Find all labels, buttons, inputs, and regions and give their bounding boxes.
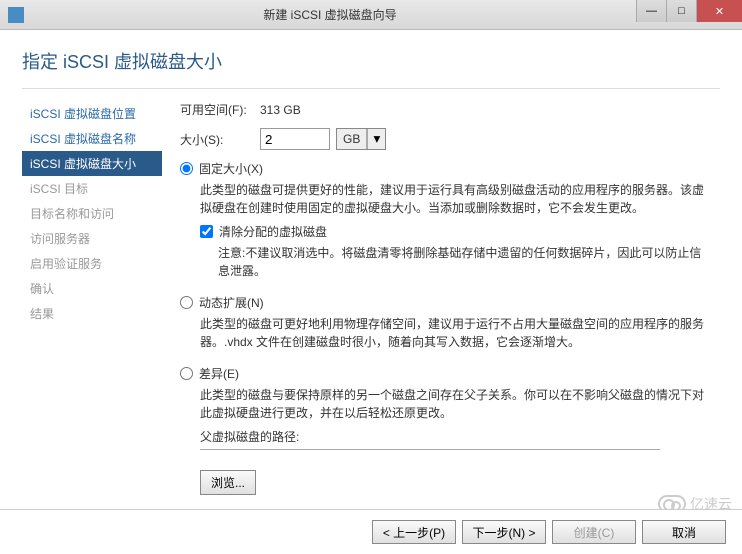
browse-button[interactable]: 浏览... bbox=[200, 470, 256, 495]
wizard-footer: < 上一步(P) 下一步(N) > 创建(C) 取消 bbox=[0, 509, 742, 554]
create-button: 创建(C) bbox=[552, 520, 636, 544]
diff-label-text: 差异(E) bbox=[199, 365, 239, 382]
minimize-button[interactable]: — bbox=[636, 0, 666, 22]
dynamic-radio[interactable] bbox=[180, 296, 193, 309]
size-unit-value: GB bbox=[337, 129, 367, 149]
size-input[interactable] bbox=[260, 128, 330, 150]
free-space-value: 313 GB bbox=[260, 103, 301, 117]
sidebar-item-result: 结果 bbox=[22, 301, 162, 326]
size-row: 大小(S): GB ▾ bbox=[180, 128, 710, 150]
wizard-steps-sidebar: iSCSI 虚拟磁盘位置 iSCSI 虚拟磁盘名称 iSCSI 虚拟磁盘大小 i… bbox=[0, 97, 162, 519]
option-dynamic: 动态扩展(N) 此类型的磁盘可更好地利用物理存储空间，建议用于运行不占用大量磁盘… bbox=[180, 294, 710, 351]
size-unit-select[interactable]: GB ▾ bbox=[336, 128, 386, 150]
fixed-radio-label[interactable]: 固定大小(X) bbox=[180, 160, 710, 177]
sidebar-item-name[interactable]: iSCSI 虚拟磁盘名称 bbox=[22, 126, 162, 151]
clear-checkbox[interactable] bbox=[200, 225, 213, 238]
size-unit-dropdown-button[interactable]: ▾ bbox=[367, 129, 385, 149]
sidebar-item-size[interactable]: iSCSI 虚拟磁盘大小 bbox=[22, 151, 162, 176]
close-button[interactable]: ✕ bbox=[696, 0, 742, 22]
page-header: 指定 iSCSI 虚拟磁盘大小 bbox=[0, 30, 742, 84]
cancel-button[interactable]: 取消 bbox=[642, 520, 726, 544]
window-title: 新建 iSCSI 虚拟磁盘向导 bbox=[24, 6, 636, 23]
dynamic-radio-label[interactable]: 动态扩展(N) bbox=[180, 294, 710, 311]
clear-desc: 注意:不建议取消选中。将磁盘清零将删除基础存储中遗留的任何数据碎片，因此可以防止… bbox=[218, 244, 710, 280]
diff-radio-label[interactable]: 差异(E) bbox=[180, 365, 710, 382]
sidebar-item-confirm: 确认 bbox=[22, 276, 162, 301]
sidebar-item-access-server: 访问服务器 bbox=[22, 226, 162, 251]
parent-path-input bbox=[200, 449, 660, 450]
size-label: 大小(S): bbox=[180, 131, 260, 148]
diff-radio[interactable] bbox=[180, 367, 193, 380]
maximize-button[interactable]: □ bbox=[666, 0, 696, 22]
main-panel: 可用空间(F): 313 GB 大小(S): GB ▾ 固定大小(X) 此类型的… bbox=[162, 97, 742, 519]
parent-path-label: 父虚拟磁盘的路径: bbox=[200, 428, 710, 445]
sidebar-item-location[interactable]: iSCSI 虚拟磁盘位置 bbox=[22, 101, 162, 126]
clear-label-text: 清除分配的虚拟磁盘 bbox=[219, 223, 327, 240]
app-icon bbox=[8, 7, 24, 23]
window-controls: — □ ✕ bbox=[636, 0, 742, 29]
clear-checkbox-label[interactable]: 清除分配的虚拟磁盘 bbox=[200, 223, 710, 240]
prev-button[interactable]: < 上一步(P) bbox=[372, 520, 456, 544]
diff-desc: 此类型的磁盘与要保持原样的另一个磁盘之间存在父子关系。你可以在不影响父磁盘的情况… bbox=[200, 386, 710, 422]
option-diff: 差异(E) 此类型的磁盘与要保持原样的另一个磁盘之间存在父子关系。你可以在不影响… bbox=[180, 365, 710, 495]
content-area: iSCSI 虚拟磁盘位置 iSCSI 虚拟磁盘名称 iSCSI 虚拟磁盘大小 i… bbox=[0, 89, 742, 519]
fixed-desc: 此类型的磁盘可提供更好的性能，建议用于运行具有高级别磁盘活动的应用程序的服务器。… bbox=[200, 181, 710, 217]
sidebar-item-target: iSCSI 目标 bbox=[22, 176, 162, 201]
fixed-radio[interactable] bbox=[180, 162, 193, 175]
page-title: 指定 iSCSI 虚拟磁盘大小 bbox=[22, 48, 720, 74]
dynamic-label-text: 动态扩展(N) bbox=[199, 294, 264, 311]
sidebar-item-target-name: 目标名称和访问 bbox=[22, 201, 162, 226]
option-fixed: 固定大小(X) 此类型的磁盘可提供更好的性能，建议用于运行具有高级别磁盘活动的应… bbox=[180, 160, 710, 280]
sidebar-item-auth: 启用验证服务 bbox=[22, 251, 162, 276]
next-button[interactable]: 下一步(N) > bbox=[462, 520, 546, 544]
fixed-label-text: 固定大小(X) bbox=[199, 160, 263, 177]
free-space-row: 可用空间(F): 313 GB bbox=[180, 101, 710, 118]
dynamic-desc: 此类型的磁盘可更好地利用物理存储空间，建议用于运行不占用大量磁盘空间的应用程序的… bbox=[200, 315, 710, 351]
free-space-label: 可用空间(F): bbox=[180, 101, 260, 118]
titlebar: 新建 iSCSI 虚拟磁盘向导 — □ ✕ bbox=[0, 0, 742, 30]
